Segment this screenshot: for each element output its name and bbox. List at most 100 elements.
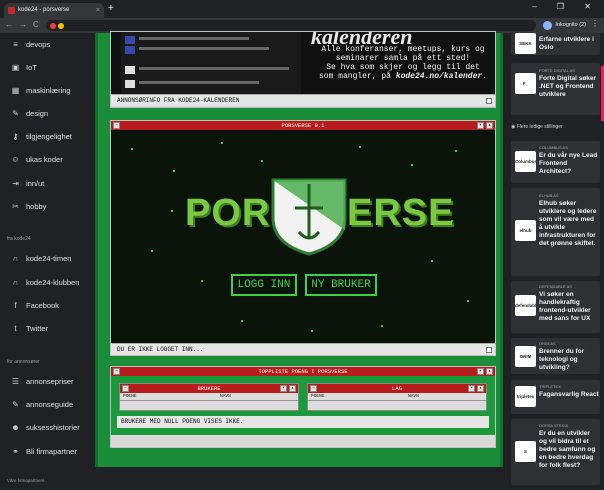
maximize-button[interactable]: ▴ — [477, 385, 484, 392]
more-jobs-link[interactable]: ◉ Flere ledige stillinger — [511, 124, 563, 130]
incognito-avatar-icon — [543, 21, 553, 30]
people-icon: ☻ — [11, 422, 20, 432]
users-leaderboard: – BRUKERE ▾ ▴ POENG NAVN — [119, 383, 299, 411]
company-logo: SEKK — [515, 33, 536, 54]
job-title: Fagansvarlig React — [539, 391, 599, 398]
job-card[interactable]: defendable DEFENDABLE AS Vi søker en han… — [511, 281, 600, 333]
sidebar-item-design[interactable]: ✎ design — [10, 106, 48, 120]
job-card[interactable]: F_ FORTE DIGITAL AS Forte Digital søker … — [511, 63, 600, 115]
sidebar-item-bli-firmapartner[interactable]: ⚭ Bli firmapartner — [10, 444, 77, 458]
promo-text-line: Alle konferanser, meetups, kurs og — [321, 45, 485, 54]
handshake-icon: ⚭ — [12, 446, 19, 456]
window-menu-button[interactable]: – — [113, 368, 120, 375]
job-card[interactable]: S DOFRA STEKIA Er du en utvikler og vil … — [511, 419, 600, 485]
login-button[interactable]: LOGG INN — [231, 274, 297, 296]
promo-status-bar: ANNONSØRINFO FRA KODE24-KALENDEREN — [111, 94, 495, 106]
sidebar-item-ukas-koder[interactable]: ☺ ukas koder — [10, 152, 63, 166]
sidebar-item-inn-ut[interactable]: ⇥ inn/ut — [10, 176, 44, 190]
sidebar-item-label: annonsepriser — [26, 376, 74, 386]
sidebar-item-annonseguide[interactable]: ✎ annonseguide — [10, 397, 73, 411]
window-menu-button[interactable]: – — [113, 122, 120, 129]
sidebar-item-devops[interactable]: ≡ devops — [10, 37, 50, 51]
company-logo: tripletex — [515, 386, 536, 407]
column-points: POENG — [311, 394, 325, 399]
job-company: COLUMBUS AS — [539, 145, 568, 150]
users-titlebar: – BRUKERE ▾ ▴ — [120, 384, 298, 393]
job-company: FORTE DIGITAL AS — [539, 68, 575, 73]
back-button[interactable]: ← — [5, 19, 13, 31]
job-title: Brenner du for teknologi og utvikling? — [539, 348, 585, 371]
minimize-button[interactable]: ▾ — [477, 368, 484, 375]
job-company: ORIM AS — [539, 341, 556, 346]
promo-text-line: seminarer samla på ett sted! — [335, 54, 471, 63]
reload-button[interactable]: C — [33, 19, 39, 31]
person-icon: ☺ — [11, 154, 20, 164]
minimize-button[interactable]: ▾ — [477, 122, 484, 129]
new-tab-button[interactable]: + — [108, 3, 114, 15]
main-content: kalenderen Alle konferanser, meetups, ku… — [95, 31, 503, 467]
company-logo: S — [515, 441, 536, 462]
sidebar-item-maskinlaering[interactable]: ▦ maskinlæring — [10, 83, 71, 97]
sidebar-item-twitter[interactable]: t Twitter — [10, 321, 48, 335]
promo-text: Alle konferanser, meetups, kurs og semin… — [313, 45, 493, 81]
job-company: TRIPLETEX — [539, 384, 561, 389]
maximize-button[interactable]: ▴ — [486, 122, 493, 129]
event-line — [139, 37, 249, 40]
calendar-link[interactable]: kode24.no/kalender — [396, 72, 482, 81]
image-icon: ▦ — [11, 85, 20, 95]
edit-icon: ✎ — [12, 108, 19, 118]
profile-button[interactable]: Inkognito (2) — [543, 20, 586, 31]
sidebar-item-hobby[interactable]: ✂ hobby — [10, 199, 46, 213]
browser-tabbar: kode24 - porsverse × + – ❐ ✕ — [0, 0, 604, 18]
star — [411, 164, 413, 166]
forward-button[interactable]: → — [19, 19, 27, 31]
browser-menu-icon[interactable]: ⋮ — [591, 19, 599, 28]
sidebar-item-facebook[interactable]: f Facebook — [10, 298, 59, 312]
porsverse-titlebar: – PORSVERSE 0.1 ▾ ▴ — [111, 121, 495, 130]
sidebar-item-label: ukas koder — [26, 154, 63, 164]
window-menu-button[interactable]: – — [310, 385, 317, 392]
sidebar-item-annonsepriser[interactable]: ☰ annonsepriser — [10, 374, 74, 388]
calendar-promo-body[interactable]: kalenderen Alle konferanser, meetups, ku… — [111, 32, 495, 94]
sidebar-item-label: kode24-klubben — [26, 277, 80, 287]
sidebar-item-iot[interactable]: ▣ IoT — [10, 60, 37, 74]
site-info-icon[interactable] — [58, 23, 64, 29]
tab-close-icon[interactable]: × — [96, 3, 100, 18]
minimize-button[interactable]: ▾ — [468, 385, 475, 392]
sidebar-item-suksesshistorier[interactable]: ☻ suksesshistorier — [10, 420, 80, 434]
window-controls[interactable]: – ❐ ✕ — [532, 2, 600, 11]
toplist-body: – BRUKERE ▾ ▴ POENG NAVN – LAG ▾ ▴ POENG… — [111, 376, 495, 435]
event-line — [139, 47, 269, 50]
sidebar-item-label: hobby — [26, 201, 47, 211]
job-card[interactable]: elhub ELHUB AS Elhub søker utviklere og … — [511, 188, 600, 276]
job-card[interactable]: ORIM ORIM AS Brenner du for teknologi og… — [511, 338, 600, 374]
maximize-button[interactable]: ▴ — [486, 368, 493, 375]
address-bar[interactable] — [46, 20, 536, 31]
sidebar-item-label: inn/ut — [26, 178, 45, 188]
minimize-button[interactable]: ▾ — [280, 385, 287, 392]
twitter-icon: t — [14, 323, 17, 333]
sidebar-item-label: devops — [26, 39, 51, 49]
sidebar-item-kode24-klubben[interactable]: ∩ kode24-klubben — [10, 275, 80, 289]
job-card[interactable]: SEKK Erfarne utviklere i Oslo — [511, 33, 600, 55]
chip-icon: ▣ — [11, 62, 20, 72]
job-card[interactable]: tripletex TRIPLETEX Fagansvarlig React — [511, 380, 600, 414]
headphones-icon: ∩ — [12, 277, 19, 287]
job-card[interactable]: Columbus COLUMBUS AS Er du vår nye Lead … — [511, 141, 600, 183]
browser-tab[interactable]: kode24 - porsverse × — [4, 3, 104, 18]
star — [311, 330, 313, 332]
event-thumbnail — [125, 46, 135, 54]
toplist-title: TOPPLISTE POENG I PORSVERSE — [258, 368, 348, 375]
facebook-icon: f — [14, 300, 17, 310]
left-sidebar: ≡ devops ▣ IoT ▦ maskinlæring ✎ design ⚷ tilg… — [0, 33, 95, 490]
sidebar-item-tilgjengelighet[interactable]: ⚷ tilgjengelighet — [10, 129, 72, 143]
maximize-button[interactable]: ▴ — [289, 385, 296, 392]
star — [131, 148, 133, 150]
section-heading-annonsorer: for annonsører — [7, 359, 40, 365]
sidebar-item-kode24-timen[interactable]: ∩ kode24-timen — [10, 251, 72, 265]
new-user-button[interactable]: NY BRUKER — [305, 274, 377, 296]
status-resize-handle[interactable] — [486, 347, 492, 353]
status-resize-handle[interactable] — [486, 98, 492, 104]
window-menu-button[interactable]: – — [122, 385, 129, 392]
star — [467, 300, 469, 302]
